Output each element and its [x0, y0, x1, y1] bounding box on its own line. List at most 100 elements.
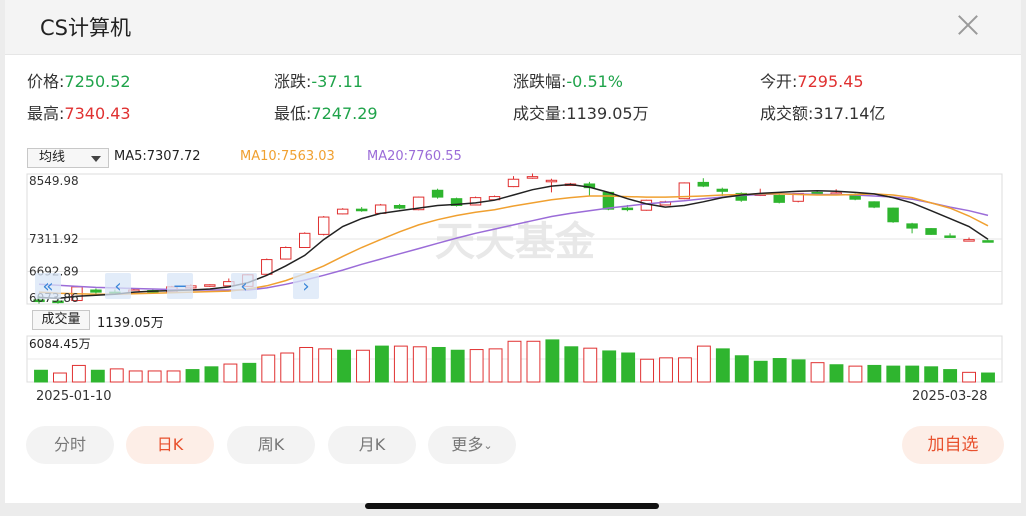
- stat-volume: 成交量:1139.05万: [513, 104, 649, 123]
- home-indicator: [365, 503, 659, 509]
- volume-bar: [261, 354, 276, 383]
- candle-body: [982, 240, 994, 243]
- close-icon[interactable]: [953, 10, 983, 40]
- candle-body: [431, 189, 444, 198]
- candle-body: [545, 179, 558, 183]
- candlestick-chart[interactable]: 天天基金 8549.987311.926692.896073.86 «‹−‹›: [5, 170, 1021, 310]
- candle-body: [944, 235, 956, 238]
- volume-bar: [337, 349, 351, 383]
- volume-bar: [602, 350, 617, 383]
- svg-text:‹: ‹: [114, 276, 121, 297]
- volume-bar: [905, 365, 920, 383]
- sheet-header: CS计算机: [5, 0, 1021, 55]
- candle-body: [90, 289, 102, 293]
- candle-body: [868, 201, 880, 208]
- next-icon[interactable]: ›: [293, 273, 319, 299]
- volume-bar: [128, 370, 143, 383]
- volume-bar: [242, 362, 257, 383]
- volume-value: 1139.05万: [97, 316, 164, 331]
- stat-change: 涨跌:-37.11: [274, 72, 363, 91]
- candle-body: [393, 204, 406, 209]
- candle-body: [374, 204, 387, 214]
- volume-bar: [734, 355, 749, 383]
- svg-text:«: «: [42, 276, 53, 297]
- ma-select[interactable]: 均线: [27, 148, 109, 168]
- volume-bar: [621, 352, 636, 383]
- volume-bar: [715, 348, 730, 383]
- volume-bar: [488, 348, 503, 383]
- volume-bar: [545, 339, 560, 383]
- volume-bar: [526, 340, 541, 383]
- tab-daily-k[interactable]: 日K: [126, 426, 214, 464]
- volume-bar: [109, 368, 124, 383]
- volume-bar: [280, 352, 295, 383]
- volume-bar: [507, 340, 522, 383]
- volume-bar: [166, 370, 181, 383]
- volume-bar: [185, 369, 200, 383]
- stat-turnover: 成交额:317.14亿: [760, 104, 886, 123]
- candle-body: [925, 228, 937, 235]
- candle-body: [697, 181, 710, 187]
- volume-bar: [886, 365, 901, 383]
- candle-body: [906, 223, 918, 229]
- svg-text:›: ›: [302, 276, 309, 297]
- candle-body: [887, 207, 899, 223]
- volume-max-label: 6084.45万: [29, 337, 91, 351]
- watermark: 天天基金: [435, 219, 596, 265]
- volume-bar: [772, 358, 787, 383]
- volume-bar: [469, 349, 484, 383]
- page-title: CS计算机: [40, 16, 131, 40]
- candle-body: [317, 216, 330, 235]
- volume-bar: [943, 369, 958, 383]
- candle-body: [299, 232, 311, 249]
- zoom-in-icon[interactable]: −: [167, 273, 193, 299]
- ma-select-label: 均线: [39, 150, 66, 165]
- volume-bar: [810, 362, 825, 383]
- candle-body: [716, 188, 728, 192]
- volume-bar: [374, 345, 389, 383]
- zoom-out-icon[interactable]: ‹: [105, 273, 131, 299]
- ma5-label: MA5:7307.72: [114, 149, 201, 164]
- volume-bar: [412, 346, 427, 383]
- candle-body: [355, 208, 368, 212]
- stat-change-pct: 涨跌幅:-0.51%: [513, 72, 624, 91]
- volume-bar: [431, 346, 446, 383]
- candle-body: [621, 207, 634, 211]
- volume-bar: [848, 365, 863, 383]
- volume-bar: [90, 369, 105, 383]
- tab-intraday[interactable]: 分时: [26, 426, 114, 464]
- candle-body: [526, 176, 539, 179]
- volume-bar: [659, 357, 673, 383]
- prev-icon[interactable]: ‹: [231, 273, 257, 299]
- volume-bar: [678, 357, 692, 383]
- volume-chart[interactable]: 6084.45万: [5, 334, 1021, 384]
- volume-bar: [924, 366, 939, 383]
- volume-bar: [791, 359, 806, 383]
- svg-text:−: −: [172, 276, 187, 297]
- chevron-down-icon: [91, 156, 101, 162]
- volume-bar: [223, 363, 238, 383]
- y-tick-label: 7311.92: [29, 232, 79, 246]
- end-date: 2025-03-28: [912, 389, 988, 404]
- candle-body: [204, 284, 216, 287]
- volume-bar: [450, 349, 465, 383]
- volume-bar: [829, 364, 844, 383]
- candle-body: [963, 239, 975, 242]
- tab-weekly-k[interactable]: 周K: [227, 426, 315, 464]
- ma20-label: MA20:7760.55: [367, 149, 462, 164]
- tab-more[interactable]: 更多⌄: [428, 426, 516, 464]
- stat-high: 最高:7340.43: [27, 104, 131, 123]
- volume-bar: [867, 364, 882, 383]
- volume-bar: [962, 371, 976, 383]
- stat-low: 最低:7247.29: [274, 104, 378, 123]
- volume-bar: [981, 372, 995, 383]
- tab-monthly-k[interactable]: 月K: [328, 426, 416, 464]
- add-watchlist-button[interactable]: 加自选: [902, 426, 1004, 464]
- tab-more-label: 更多: [451, 435, 484, 454]
- volume-bar: [53, 372, 67, 383]
- volume-select[interactable]: 成交量: [32, 310, 90, 330]
- volume-bar: [34, 369, 48, 383]
- volume-bar: [299, 346, 314, 383]
- scroll-start-icon[interactable]: «: [35, 273, 61, 299]
- y-tick-label: 8549.98: [29, 174, 79, 188]
